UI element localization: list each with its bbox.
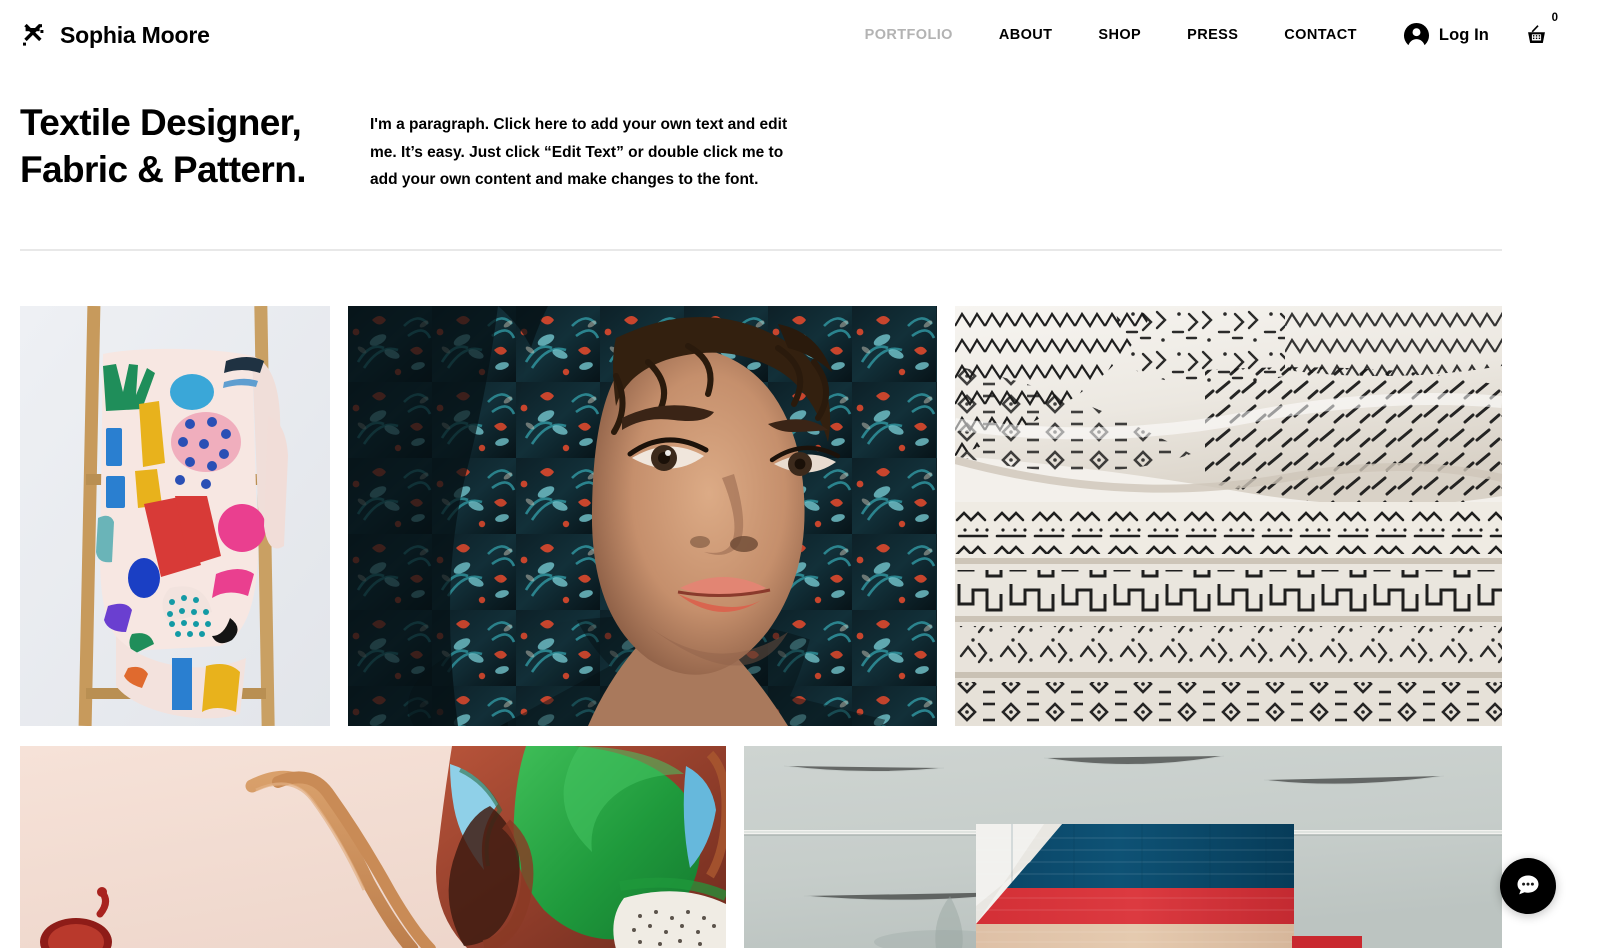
page-title: Textile Designer, Fabric & Pattern. — [20, 100, 350, 193]
gallery-item-scarf-flatlay[interactable] — [20, 746, 726, 948]
asterisk-x-logo-icon — [23, 23, 44, 46]
user-avatar-icon — [1403, 22, 1429, 49]
gallery-item-hanging-blanket[interactable] — [744, 746, 1502, 948]
gallery-row — [20, 746, 1502, 948]
shopping-basket-icon — [1528, 24, 1545, 43]
nav-item-shop[interactable]: SHOP — [1098, 19, 1141, 51]
main-navigation: PORTFOLIO ABOUT SHOP PRESS CONTACT Log I… — [865, 12, 1600, 51]
nav-item-contact[interactable]: CONTACT — [1284, 19, 1357, 51]
chat-launcher[interactable] — [1500, 858, 1556, 914]
hero-paragraph: I'm a paragraph. Click here to add your … — [370, 116, 788, 189]
cart-button[interactable]: 0 — [1525, 12, 1558, 47]
cart-count-badge: 0 — [1551, 11, 1558, 24]
site-header: Sophia Moore PORTFOLIO ABOUT SHOP PRESS … — [0, 0, 1600, 70]
hero-section: Textile Designer, Fabric & Pattern. I'm … — [0, 100, 1600, 194]
nav-item-about[interactable]: ABOUT — [999, 19, 1053, 51]
brand-name: Sophia Moore — [60, 21, 210, 48]
gallery-item-mudcloth-stack[interactable] — [955, 306, 1502, 726]
hanging-blanket-image — [744, 746, 1502, 948]
nav-item-press[interactable]: PRESS — [1187, 19, 1238, 51]
scarf-flatlay-image — [20, 746, 726, 948]
portfolio-gallery — [20, 306, 1502, 948]
portrait-floral-image — [348, 306, 937, 726]
login-label: Log In — [1438, 25, 1489, 44]
brand-logo[interactable]: Sophia Moore — [18, 20, 210, 50]
chat-bubble-icon — [1517, 875, 1539, 895]
gallery-item-blanket-ladder[interactable] — [20, 306, 330, 726]
nav-item-portfolio[interactable]: PORTFOLIO — [865, 19, 953, 51]
login-button[interactable]: Log In — [1403, 22, 1489, 49]
mudcloth-stack-image — [955, 306, 1502, 726]
page-title-line-1: Textile Designer, — [20, 102, 302, 143]
section-divider — [20, 249, 1502, 251]
gallery-item-portrait-floral[interactable] — [348, 306, 937, 726]
page-title-line-2: Fabric & Pattern. — [20, 148, 306, 190]
gallery-row — [20, 306, 1502, 726]
blanket-ladder-image — [20, 306, 330, 726]
